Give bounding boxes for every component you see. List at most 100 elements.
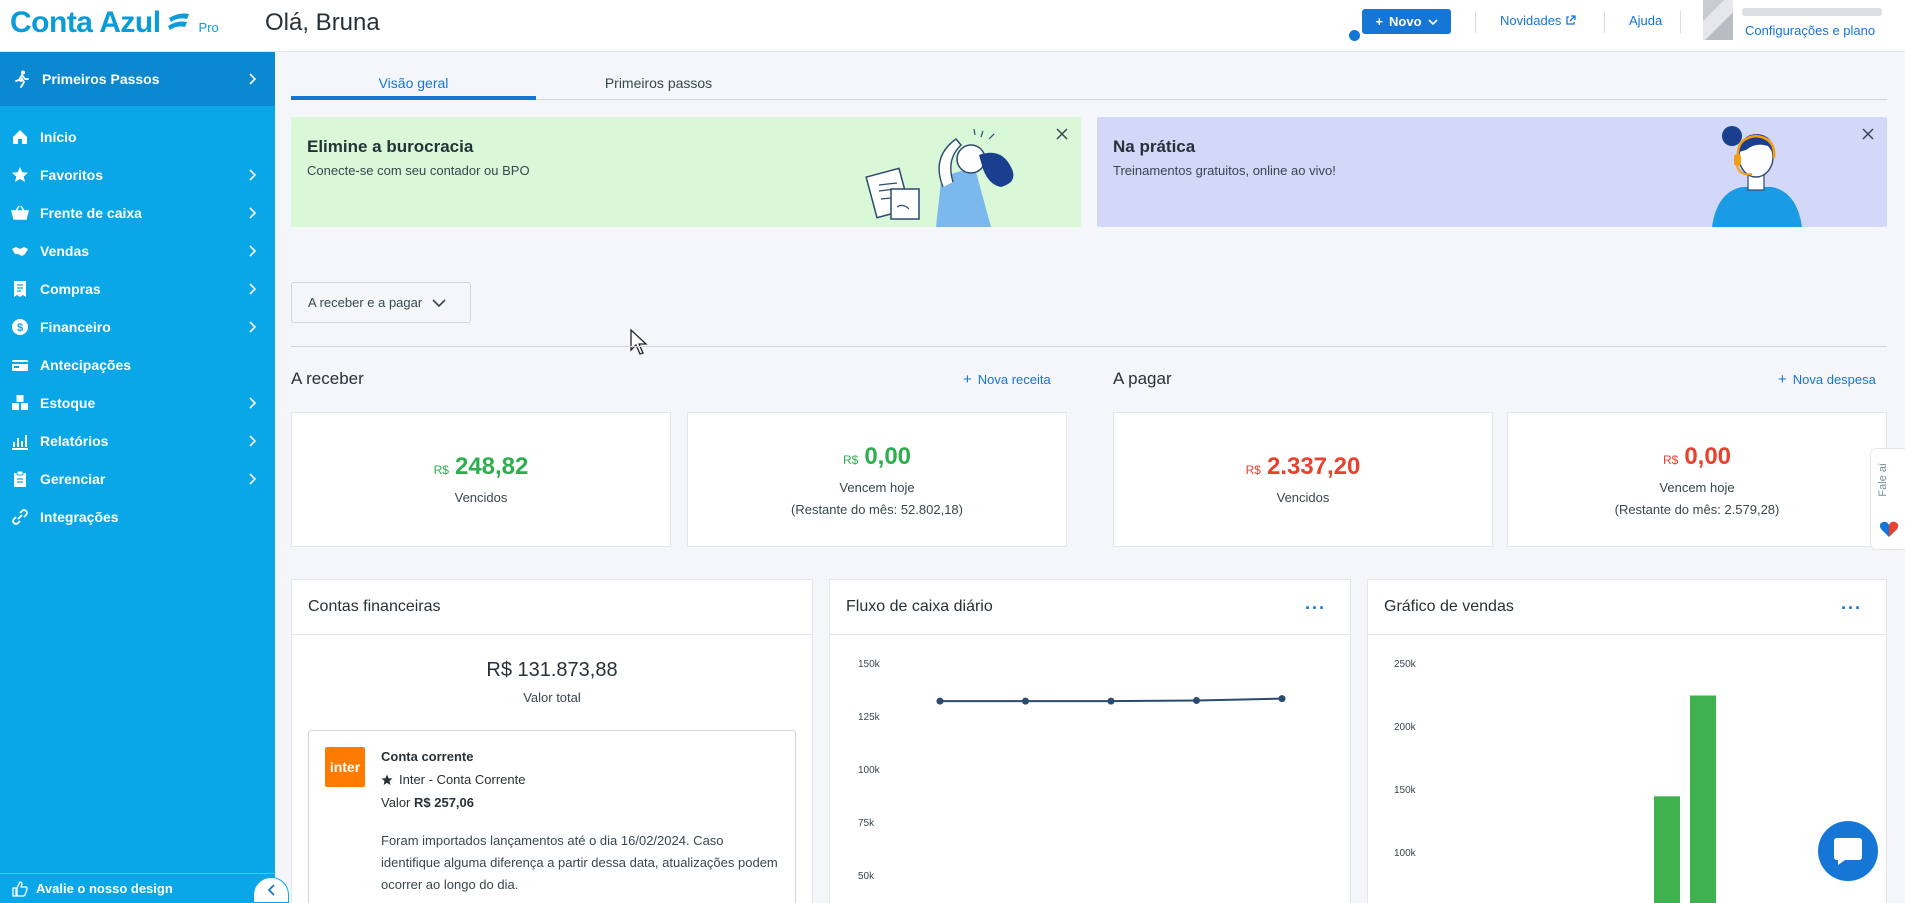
account-bank-label: Inter - Conta Corrente [399, 772, 526, 787]
data-point[interactable] [936, 697, 944, 705]
plus-icon: + [1375, 14, 1384, 29]
receivable-due-today-card[interactable]: R$ 0,00 Vencem hoje (Restante do mês: 52.8… [687, 412, 1067, 547]
account-bank: Inter - Conta Corrente [381, 772, 525, 787]
new-income-label: Nova receita [977, 372, 1051, 387]
news-link-label: Novidades [1500, 13, 1562, 28]
data-point[interactable] [1107, 697, 1115, 705]
sidebar-item-antecipacoes[interactable]: Antecipações [0, 346, 275, 384]
sidebar-item-label: Gerenciar [40, 471, 106, 487]
news-link[interactable]: Novidades [1500, 13, 1577, 28]
config-plan-link[interactable]: Configurações e plano [1745, 23, 1875, 38]
chevron-right-icon [249, 473, 257, 485]
chevron-right-icon [249, 397, 257, 409]
new-expense-label: Nova despesa [1792, 372, 1876, 387]
plus-icon: + [1778, 371, 1787, 388]
woman-documents-illustration [865, 128, 1014, 227]
card-label: Vencidos [1276, 490, 1330, 505]
sidebar-item-vendas[interactable]: Vendas [0, 232, 275, 270]
new-button[interactable]: + Novo [1362, 9, 1451, 34]
header-separator [1604, 11, 1605, 33]
company-avatar[interactable] [1703, 0, 1733, 40]
help-link[interactable]: Ajuda [1629, 13, 1662, 28]
home-icon [10, 127, 30, 147]
account-type: Conta corrente [381, 749, 474, 764]
card-icon [10, 355, 30, 375]
receivable-payable-dropdown[interactable]: A receber e a pagar [291, 282, 471, 323]
card-label: Vencem hoje (Restante do mês: 2.579,28) [1614, 480, 1780, 517]
widget-title: Contas financeiras [292, 580, 812, 635]
data-point[interactable] [1278, 695, 1286, 703]
banner-title: Elimine a burocracia [307, 137, 474, 156]
sidebar-item-relatorios[interactable]: Relatórios [0, 422, 275, 460]
y-tick-label: 50k [858, 871, 875, 882]
notification-dot [1349, 30, 1360, 41]
chat-support-button[interactable] [1818, 821, 1878, 881]
chevron-right-icon [249, 321, 257, 333]
rate-design-link[interactable]: Avalie o nosso design [0, 873, 275, 903]
receivable-overdue-card[interactable]: R$ 248,82 Vencidos [291, 412, 671, 547]
card-amount: R$ 0,00 [1662, 443, 1732, 470]
star-icon[interactable] [381, 774, 393, 786]
close-icon[interactable] [1859, 125, 1877, 143]
chart-icon [10, 431, 30, 451]
sidebar-item-label: Frente de caixa [40, 205, 142, 221]
payable-title: A pagar [1113, 369, 1172, 388]
card-amount: R$ 2.337,20 [1245, 453, 1361, 480]
boxes-icon [10, 393, 30, 413]
sidebar-item-label: Início [40, 129, 77, 145]
greeting-text: Olá, Bruna [265, 9, 380, 36]
accounts-total: R$ 131.873,88 [486, 659, 618, 681]
chevron-right-icon [249, 435, 257, 447]
payable-overdue-card[interactable]: R$ 2.337,20 Vencidos [1113, 412, 1493, 547]
banner-practice: Na prática Treinamentos gratuitos, onlin… [1097, 117, 1887, 227]
account-value: Valor R$ 257,06 [381, 795, 475, 810]
tab-first-steps[interactable]: Primeiros passos [536, 68, 781, 100]
payable-due-today-card[interactable]: R$ 0,00 Vencem hoje (Restante do mês: 2.57… [1507, 412, 1887, 547]
bar[interactable] [1690, 695, 1716, 903]
chevron-left-icon [267, 884, 275, 896]
chevron-right-icon [249, 245, 257, 257]
account-import-note: Foram importados lançamentos até o dia 1… [381, 833, 778, 892]
heart-icon [1879, 521, 1899, 537]
sidebar: Primeiros Passos Início Favoritos Frente d… [0, 52, 275, 903]
tab-overview[interactable]: Visão geral [291, 68, 536, 100]
data-point[interactable] [1022, 697, 1029, 705]
more-options-icon[interactable]: ··· [1841, 598, 1862, 619]
company-name-blurred [1742, 8, 1882, 16]
y-tick-label: 100k [858, 765, 881, 776]
external-link-icon [1566, 15, 1577, 25]
new-income-link[interactable]: + Nova receita [963, 371, 1051, 388]
account-card[interactable]: inter Conta corrente Inter - Conta Corre… [308, 730, 796, 903]
bar[interactable] [1654, 796, 1680, 903]
star-icon [10, 165, 30, 185]
pro-badge: Pro [198, 20, 219, 35]
top-header: Conta Azul Pro Olá, Bruna + Novo Novidad… [0, 0, 1905, 52]
first-steps-label: Primeiros Passos [42, 71, 160, 87]
sidebar-item-frente-de-caixa[interactable]: Frente de caixa [0, 194, 275, 232]
new-expense-link[interactable]: + Nova despesa [1778, 371, 1876, 388]
more-options-icon[interactable]: ··· [1305, 598, 1326, 619]
sidebar-item-integracoes[interactable]: Integrações [0, 498, 275, 536]
sidebar-item-label: Antecipações [40, 357, 132, 373]
tab-bar: Visão geral Primeiros passos [291, 68, 1887, 100]
sidebar-item-favoritos[interactable]: Favoritos [0, 156, 275, 194]
data-point[interactable] [1193, 697, 1200, 704]
plus-icon: + [963, 371, 972, 388]
sidebar-item-gerenciar[interactable]: Gerenciar [0, 460, 275, 498]
sidebar-first-steps[interactable]: Primeiros Passos [0, 52, 275, 106]
sidebar-item-compras[interactable]: Compras [0, 270, 275, 308]
banner-subtitle: Treinamentos gratuitos, online ao vivo! [1113, 163, 1336, 178]
new-button-label: Novo [1389, 14, 1422, 29]
header-separator [1475, 11, 1476, 33]
trainer-headset-illustration [1712, 126, 1802, 227]
conta-azul-logo[interactable]: Conta Azul Pro [10, 6, 219, 40]
dollar-icon: $ [10, 317, 30, 337]
sidebar-item-inicio[interactable]: Início [0, 118, 275, 156]
feedback-side-tab[interactable]: Fale aí [1870, 448, 1905, 550]
widget-title: Gráfico de vendas [1384, 598, 1514, 615]
basket-icon [10, 203, 30, 223]
feedback-tab-label: Fale aí [1877, 463, 1889, 497]
sidebar-item-financeiro[interactable]: $ Financeiro [0, 308, 275, 346]
receivable-title: A receber [291, 369, 364, 388]
sidebar-item-estoque[interactable]: Estoque [0, 384, 275, 422]
